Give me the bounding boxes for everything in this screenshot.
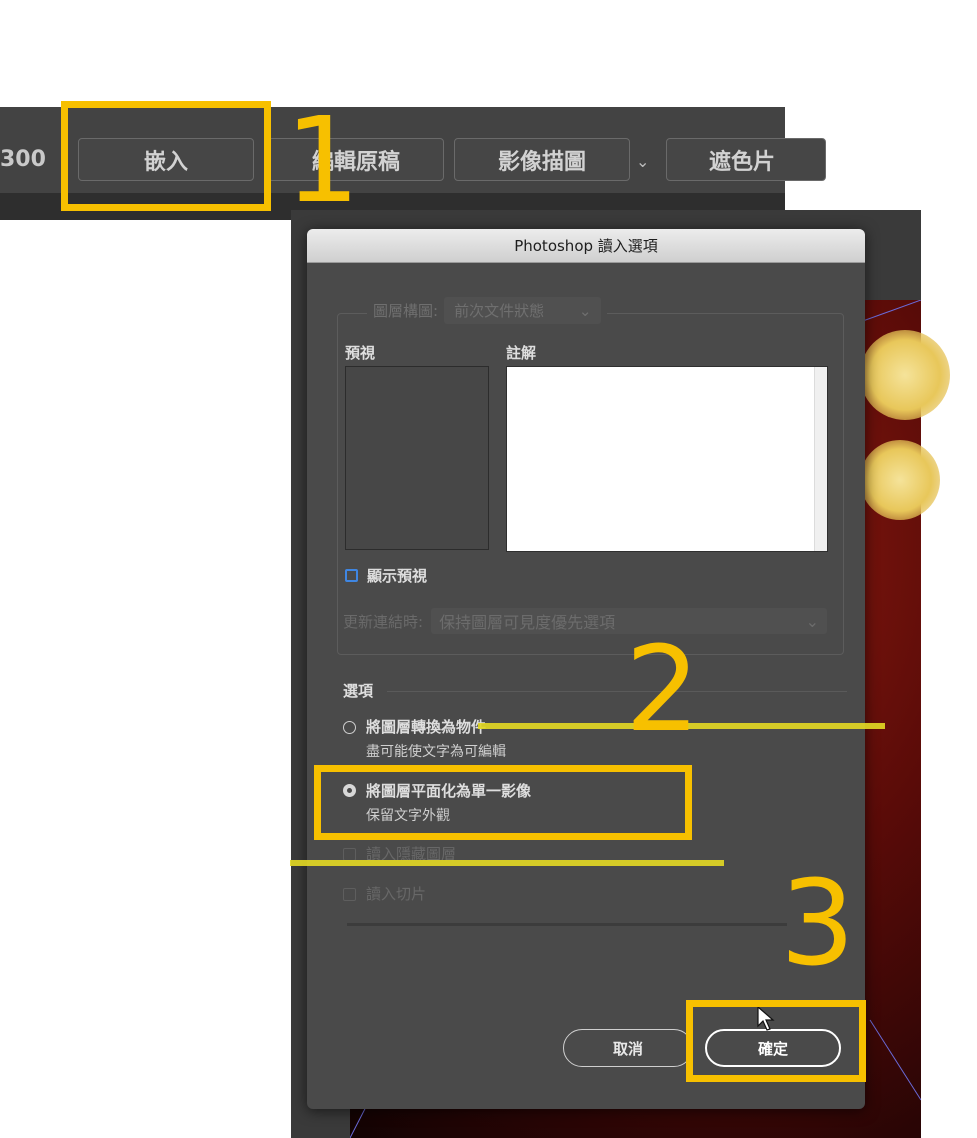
notes-scrollbar[interactable] [814,367,827,551]
mask-button[interactable]: 遮色片 [666,138,826,181]
options-label: 選項 [343,682,374,700]
update-links-label: 更新連結時: [343,612,424,631]
import-slices-checkbox[interactable] [343,888,356,901]
image-trace-dropdown-icon[interactable]: ⌄ [636,152,649,171]
image-trace-button[interactable]: 影像描圖 [454,138,630,181]
show-preview-checkbox[interactable] [345,569,358,582]
preview-label: 預視 [345,344,376,362]
chevron-down-icon: ⌄ [578,302,592,320]
convert-layers-sub: 盡可能使文字為可編輯 [366,744,506,760]
layer-comp-label: 圖層構圖: [373,302,439,320]
step-number-2: 2 [625,620,701,758]
ok-button[interactable]: 確定 [705,1029,841,1067]
flatten-layers-sub: 保留文字外觀 [366,808,450,824]
embed-button[interactable]: 嵌入 [78,138,254,181]
convert-layers-label: 將圖層轉換為物件 [366,718,487,736]
strike-line [290,860,724,866]
import-slices-label: 讀入切片 [366,885,427,903]
notes-textarea[interactable] [506,366,828,552]
dialog-title: Photoshop 讀入選項 [307,229,865,263]
notes-label: 註解 [506,344,537,362]
flatten-layers-radio[interactable] [343,784,356,797]
cancel-button[interactable]: 取消 [563,1029,693,1067]
update-links-row: 更新連結時: 保持圖層可見度優先選項 ⌄ [343,607,827,635]
layer-comp-row: 圖層構圖: 前次文件狀態 ⌄ [367,297,608,324]
layer-comp-select[interactable]: 前次文件狀態 ⌄ [444,297,602,324]
show-preview-label: 顯示預視 [367,567,428,585]
chevron-down-icon: ⌄ [805,611,819,631]
toolbar-number: 300 [0,147,46,172]
convert-layers-radio[interactable] [343,721,356,734]
preview-pane [345,366,489,550]
bottom-divider [347,923,787,926]
step-number-1: 1 [285,91,361,229]
cursor-icon [757,1006,775,1031]
step-number-3: 3 [780,854,856,992]
options-divider [387,691,847,692]
flatten-layers-label: 將圖層平面化為單一影像 [366,782,532,800]
